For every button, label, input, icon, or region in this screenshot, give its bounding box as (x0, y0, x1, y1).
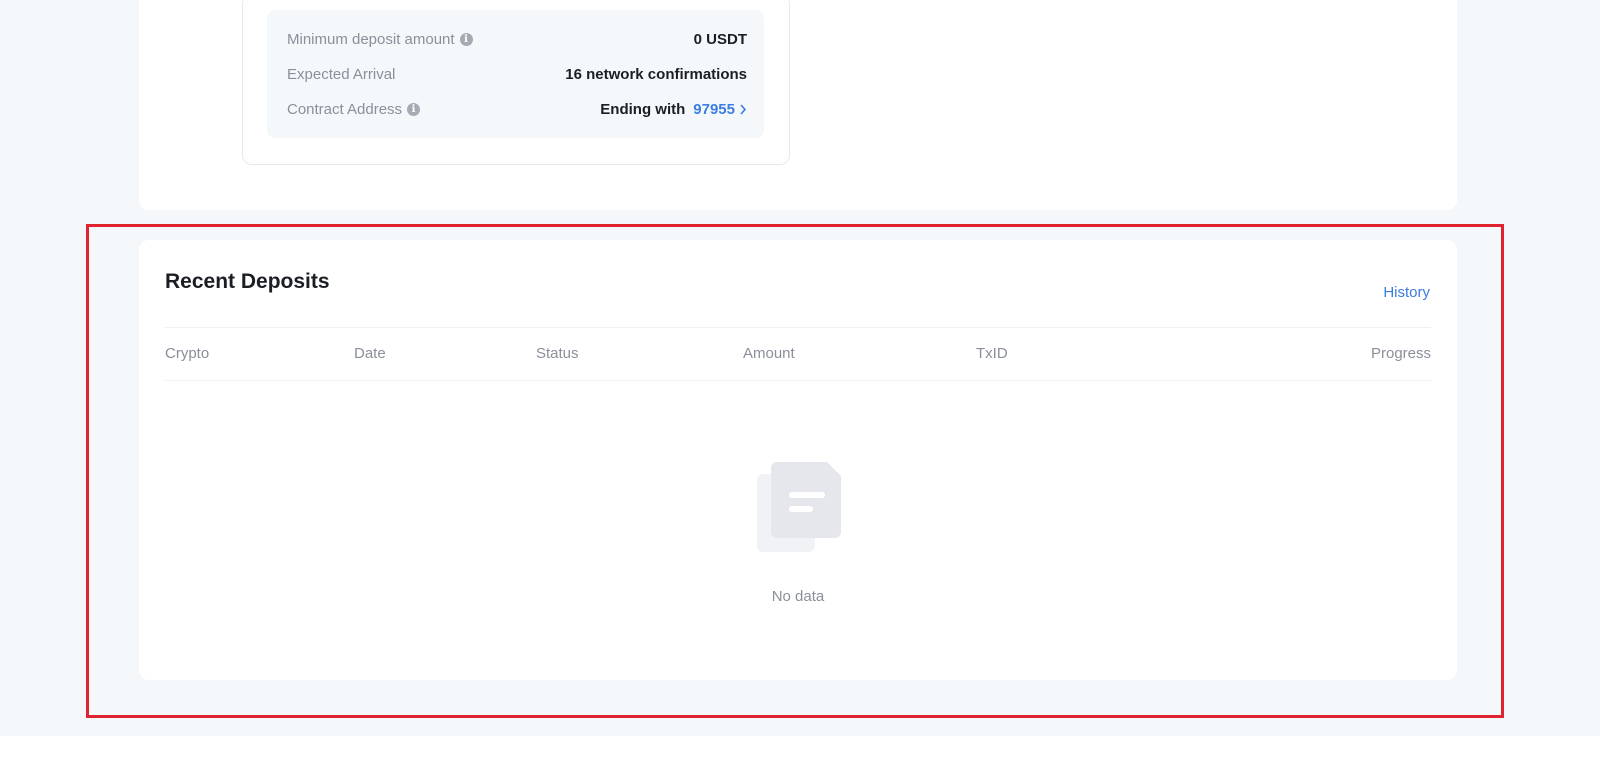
min-deposit-value: 0 USDT (693, 30, 747, 48)
contract-address-prefix: Ending with (600, 100, 686, 118)
expected-arrival-value: 16 network confirmations (565, 65, 747, 83)
info-icon[interactable]: i (407, 102, 421, 116)
highlight-box (86, 224, 1504, 718)
info-icon[interactable]: i (459, 32, 473, 46)
contract-address-link[interactable]: 97955 (693, 101, 735, 118)
min-deposit-label: Minimum deposit amount (287, 30, 455, 48)
contract-address-row: Contract Address i Ending with 97955 (287, 98, 747, 120)
contract-address-label: Contract Address (287, 100, 403, 118)
chevron-right-icon[interactable] (739, 103, 747, 115)
expected-arrival-label: Expected Arrival (287, 65, 396, 83)
contract-address-label-wrap: Contract Address i (287, 100, 421, 118)
min-deposit-label-wrap: Minimum deposit amount i (287, 31, 473, 48)
contract-address-value: Ending with 97955 (600, 101, 747, 118)
expected-arrival-row: Expected Arrival 16 network confirmation… (287, 63, 747, 85)
min-deposit-row: Minimum deposit amount i 0 USDT (287, 28, 747, 50)
